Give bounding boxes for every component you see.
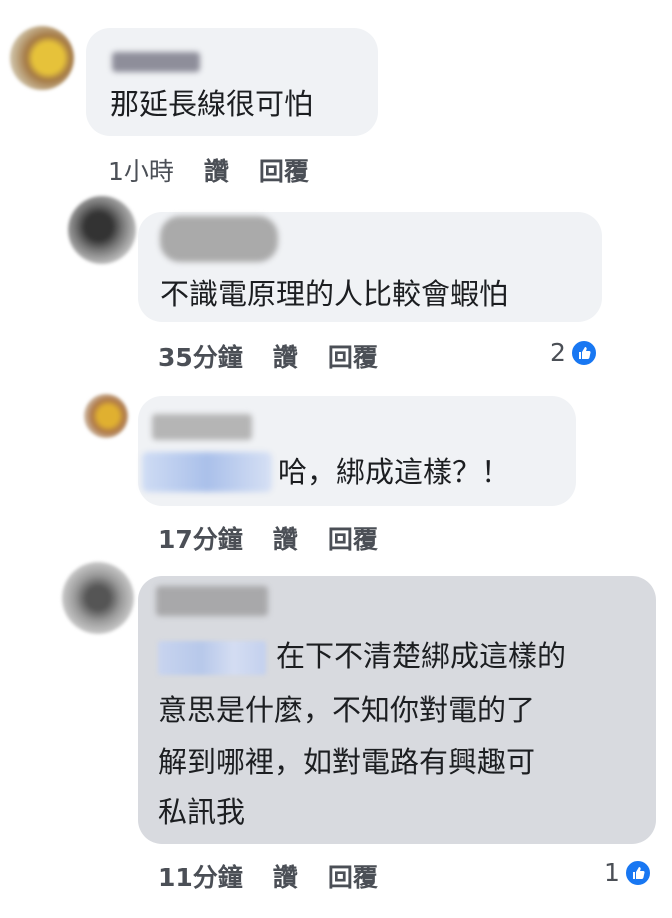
reply-link[interactable]: 回覆 <box>328 858 378 894</box>
reaction-count: 1 <box>604 858 620 887</box>
reply-link[interactable]: 回覆 <box>259 152 309 188</box>
comment-text-line: 在下不清楚綁成這樣的 <box>158 630 566 682</box>
comment-bubble: 那延長線很可怕 <box>86 28 378 136</box>
comment-time[interactable]: 11分鐘 <box>158 858 243 894</box>
mention-tag[interactable] <box>158 641 266 675</box>
comment-text: 那延長線很可怕 <box>110 87 314 121</box>
like-link[interactable]: 讚 <box>273 338 298 374</box>
like-link[interactable]: 讚 <box>273 520 298 556</box>
reply-link[interactable]: 回覆 <box>328 338 378 374</box>
comment-meta: 11分鐘 讚 回覆 <box>158 858 378 894</box>
comment-text-line: 私訊我 <box>158 795 246 829</box>
like-link[interactable]: 讚 <box>204 152 229 188</box>
comment-meta: 35分鐘 讚 回覆 <box>158 338 378 374</box>
comment-text: 不識電原理的人比較會蝦怕 <box>160 277 509 311</box>
commenter-avatar[interactable] <box>84 394 128 438</box>
reaction-summary[interactable]: 2 <box>550 338 598 367</box>
commenter-name[interactable] <box>160 216 278 262</box>
comment-meta: 17分鐘 讚 回覆 <box>158 520 378 556</box>
comment-meta: 1小時 讚 回覆 <box>108 152 309 188</box>
reply-link[interactable]: 回覆 <box>328 520 378 556</box>
commenter-avatar[interactable] <box>68 196 136 264</box>
comment-time[interactable]: 17分鐘 <box>158 520 243 556</box>
like-link[interactable]: 讚 <box>273 858 298 894</box>
like-icon <box>623 858 652 887</box>
comment-text-line: 解到哪裡，如對電路有興趣可 <box>158 745 536 779</box>
comment-bubble: 哈，綁成這樣？！ <box>138 396 576 506</box>
comment-bubble: 不識電原理的人比較會蝦怕 <box>138 212 602 322</box>
reaction-summary[interactable]: 1 <box>604 858 652 887</box>
comment-time[interactable]: 1小時 <box>108 152 174 188</box>
mention-tag[interactable] <box>142 452 272 492</box>
like-icon <box>569 338 598 367</box>
commenter-name[interactable] <box>152 414 252 440</box>
comment-time[interactable]: 35分鐘 <box>158 338 243 374</box>
commenter-name[interactable] <box>156 586 268 616</box>
commenter-avatar[interactable] <box>62 562 134 634</box>
reaction-count: 2 <box>550 338 566 367</box>
comment-bubble: 在下不清楚綁成這樣的 意思是什麼，不知你對電的了 解到哪裡，如對電路有興趣可 私… <box>138 576 656 844</box>
commenter-avatar[interactable] <box>10 26 74 90</box>
commenter-name[interactable] <box>112 52 200 72</box>
comment-text: 哈，綁成這樣？！ <box>278 455 511 489</box>
comment-text-line: 意思是什麼，不知你對電的了 <box>158 693 536 727</box>
